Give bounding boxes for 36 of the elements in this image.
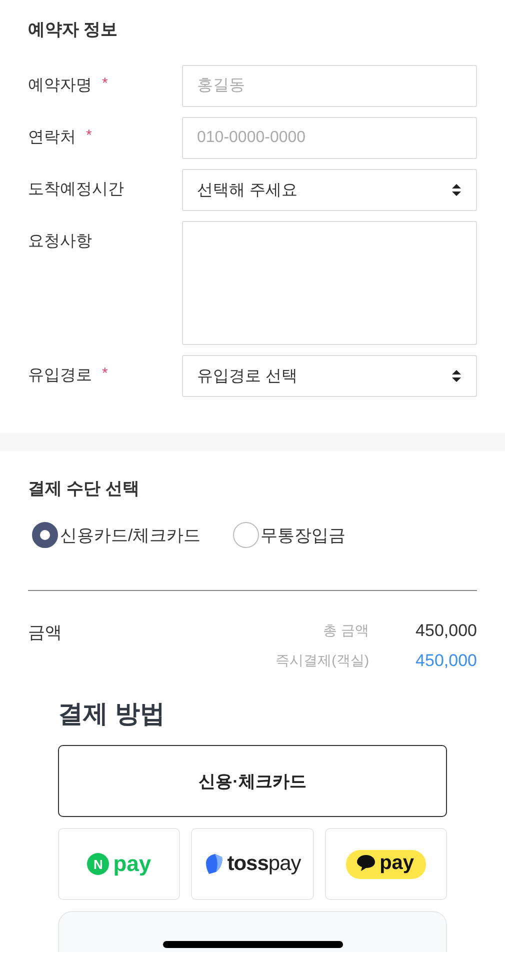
sort-icon [451,183,462,197]
required-mark: * [86,127,92,146]
field-label: 연락처 [28,128,76,148]
amount-value: 450,000 [414,621,477,641]
select-field[interactable]: 유입경로 선택 [182,355,477,397]
section-title: 결제 수단 선택 [28,478,140,500]
field-label: 유입경로 [28,366,92,386]
amount-value: 450,000 [414,651,477,671]
select-field[interactable]: 선택해 주세요 [182,169,477,211]
logo-text: tosspay [227,852,301,876]
required-mark: * [102,75,108,94]
tosspay-button[interactable]: tosspay [191,828,314,900]
card-payment-button[interactable]: 신용·체크카드 [58,745,447,817]
field-label: 도착예정시간 [28,180,124,200]
input-field[interactable]: 010-0000-0000 [182,117,477,159]
amount-label: 금액 [28,622,62,644]
kakaopay-logo: pay [346,850,426,878]
field-label: 요청사항 [28,232,92,252]
radio-button[interactable] [232,522,259,548]
radio-button[interactable] [32,522,58,548]
kakaopay-button[interactable]: pay [324,828,447,900]
toss-logo-icon [204,853,224,875]
logo-badge: N [87,853,110,875]
section-title: 결제 방법 [58,699,166,730]
amount-caption: 총 금액 [322,622,369,640]
amount-caption: 즉시결제(객실) [276,652,369,670]
field-label: 예약자명 [28,76,92,96]
sort-icon [451,369,462,383]
speech-bubble-icon [356,854,376,872]
logo-text: pay [113,851,152,877]
input-field[interactable]: 홍길동 [182,65,477,107]
section-title: 예약자 정보 [28,19,119,41]
text-area[interactable] [182,221,477,345]
radio-option[interactable]: 무통장입금 [232,522,346,548]
required-mark: * [102,365,108,384]
radio-option[interactable]: 신용카드/체크카드 [32,522,201,548]
